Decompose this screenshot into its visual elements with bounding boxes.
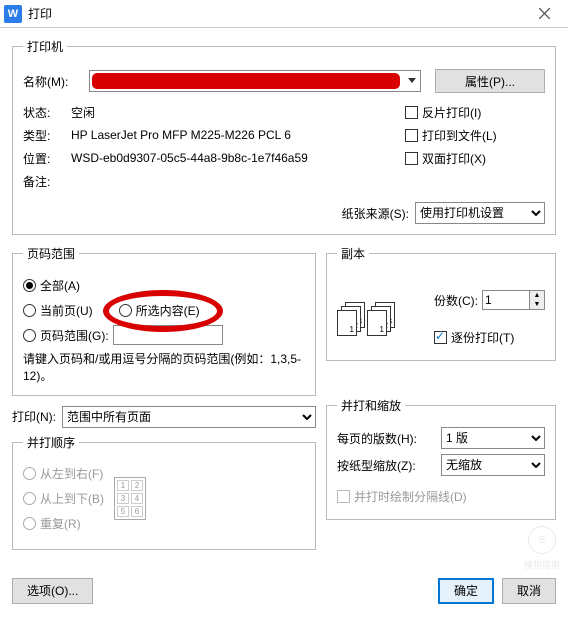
copies-legend: 副本: [337, 245, 369, 262]
printer-group: 打印机 名称(M): 属性(P)... 状态:空闲 类型:HP LaserJet…: [12, 38, 556, 235]
printer-name-select[interactable]: [89, 70, 421, 92]
window-title: 打印: [28, 5, 52, 22]
order-preview-icon: 123456: [114, 477, 146, 520]
radio-lr: [23, 467, 36, 480]
paper-source-label: 纸张来源(S):: [342, 205, 409, 222]
order-legend: 并打顺序: [23, 434, 79, 451]
radio-selection-label: 所选内容(E): [136, 302, 200, 319]
type-value: HP LaserJet Pro MFP M225-M226 PCL 6: [71, 128, 395, 142]
cancel-button[interactable]: 取消: [502, 578, 556, 604]
copies-up[interactable]: ▲: [530, 291, 544, 300]
comment-label: 备注:: [23, 173, 71, 190]
print-what-select[interactable]: 范围中所有页面: [62, 406, 316, 428]
to-file-label: 打印到文件(L): [422, 127, 497, 144]
radio-all[interactable]: [23, 279, 36, 292]
radio-tb: [23, 492, 36, 505]
separator-label: 并打时绘制分隔线(D): [354, 488, 467, 505]
type-label: 类型:: [23, 127, 71, 144]
separator-checkbox: [337, 490, 350, 503]
status-value: 空闲: [71, 104, 395, 121]
radio-pages-label: 页码范围(G):: [40, 327, 109, 344]
copies-input[interactable]: [482, 290, 530, 310]
scale-group: 并打和缩放 每页的版数(H): 1 版 按纸型缩放(Z): 无缩放 并打时绘制分隔线…: [326, 397, 556, 520]
close-icon: [539, 8, 550, 19]
titlebar: W 打印: [0, 0, 568, 28]
pages-per-select[interactable]: 1 版: [441, 427, 545, 449]
range-hint: 请键入页码和/或用逗号分隔的页码范围(例如：1,3,5-12)。: [23, 351, 305, 385]
duplex-label: 双面打印(X): [422, 150, 486, 167]
range-legend: 页码范围: [23, 245, 79, 262]
paper-source-select[interactable]: 使用打印机设置: [415, 202, 545, 224]
print-order-group: 并打顺序 从左到右(F) 从上到下(B) 重复(R) 123456: [12, 434, 316, 550]
printer-legend: 打印机: [23, 38, 67, 55]
radio-repeat: [23, 517, 36, 530]
collate-checkbox[interactable]: [434, 331, 447, 344]
pages-input[interactable]: [113, 325, 223, 345]
mirror-checkbox[interactable]: [405, 106, 418, 119]
pages-per-label: 每页的版数(H):: [337, 430, 435, 447]
mirror-label: 反片打印(I): [422, 104, 481, 121]
radio-pages[interactable]: [23, 329, 36, 342]
close-button[interactable]: [524, 0, 564, 28]
scale-to-select[interactable]: 无缩放: [441, 454, 545, 476]
radio-current[interactable]: [23, 304, 36, 317]
scale-to-label: 按纸型缩放(Z):: [337, 457, 435, 474]
options-button[interactable]: 选项(O)...: [12, 578, 93, 604]
duplex-checkbox[interactable]: [405, 152, 418, 165]
copies-group: 副本 3 2 1 3 2 1: [326, 245, 556, 361]
where-label: 位置:: [23, 150, 71, 167]
copies-label: 份数(C):: [434, 292, 478, 309]
copies-down[interactable]: ▼: [530, 300, 544, 309]
ok-button[interactable]: 确定: [438, 578, 494, 604]
redaction-bar: [92, 73, 400, 89]
dropdown-icon: [404, 78, 420, 84]
page-range-group: 页码范围 全部(A) 当前页(U) 所选内容(E) 页码范围(G): 请键入页码…: [12, 245, 316, 396]
status-label: 状态:: [23, 104, 71, 121]
radio-tb-label: 从上到下(B): [40, 490, 104, 507]
where-value: WSD-eb0d9307-05c5-44a8-9b8c-1e7f46a59: [71, 151, 395, 165]
radio-repeat-label: 重复(R): [40, 515, 81, 532]
collate-preview-icon: 3 2 1 3 2 1: [337, 302, 395, 338]
radio-lr-label: 从左到右(F): [40, 465, 103, 482]
properties-button[interactable]: 属性(P)...: [435, 69, 545, 93]
scale-legend: 并打和缩放: [337, 397, 405, 414]
app-icon: W: [4, 5, 22, 23]
print-what-label: 打印(N):: [12, 408, 56, 425]
collate-label: 逐份打印(T): [451, 329, 514, 346]
to-file-checkbox[interactable]: [405, 129, 418, 142]
radio-selection[interactable]: [119, 304, 132, 317]
name-label: 名称(M):: [23, 73, 83, 90]
radio-all-label: 全部(A): [40, 277, 80, 294]
radio-current-label: 当前页(U): [40, 302, 93, 319]
